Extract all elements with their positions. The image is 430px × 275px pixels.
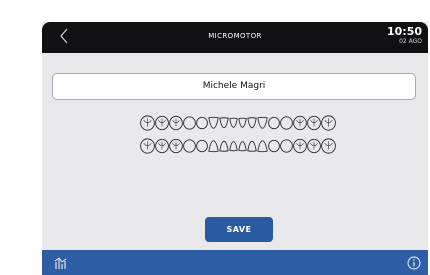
tooth[interactable] [219,140,229,152]
tooth[interactable] [169,115,183,131]
tooth[interactable] [280,116,293,130]
tooth[interactable] [155,138,169,154]
info-icon[interactable] [407,256,421,270]
tooth[interactable] [140,138,155,154]
tooth[interactable] [280,139,293,153]
device-screen: MICROMOTOR 10:50 02 AGO Michele Magri SA… [42,22,428,275]
tooth[interactable] [247,140,257,152]
clock-date: 02 AGO [399,38,422,45]
tooth[interactable] [183,139,196,153]
tooth[interactable] [257,116,268,129]
tooth[interactable] [208,116,219,129]
clock-time: 10:50 [386,25,422,38]
stats-icon[interactable] [54,256,68,270]
tooth[interactable] [268,139,280,153]
tooth[interactable] [229,117,238,128]
bottom-bar [42,250,428,275]
tooth[interactable] [321,115,336,131]
tooth[interactable] [196,116,208,130]
tooth[interactable] [183,116,196,130]
tooth[interactable] [140,115,155,131]
tooth[interactable] [238,117,247,128]
page-title: MICROMOTOR [208,32,262,40]
tooth[interactable] [247,117,257,129]
tooth[interactable] [293,115,307,131]
tooth[interactable] [229,141,238,152]
tooth[interactable] [293,138,307,154]
lower-teeth-row [140,138,336,154]
tooth[interactable] [238,141,247,152]
clock: 10:50 02 AGO [386,25,422,46]
tooth[interactable] [307,115,321,131]
upper-teeth-row [140,115,336,131]
tooth[interactable] [155,115,169,131]
tooth[interactable] [219,117,229,129]
top-bar: MICROMOTOR 10:50 02 AGO [42,22,428,53]
tooth[interactable] [169,138,183,154]
tooth[interactable] [321,138,336,154]
tooth[interactable] [307,138,321,154]
dental-chart[interactable] [122,110,354,160]
tooth[interactable] [208,140,219,153]
tooth[interactable] [257,140,268,153]
patient-name-field[interactable]: Michele Magri [52,73,416,100]
save-button[interactable]: SAVE [205,217,273,242]
tooth[interactable] [196,139,208,153]
tooth[interactable] [268,116,280,130]
